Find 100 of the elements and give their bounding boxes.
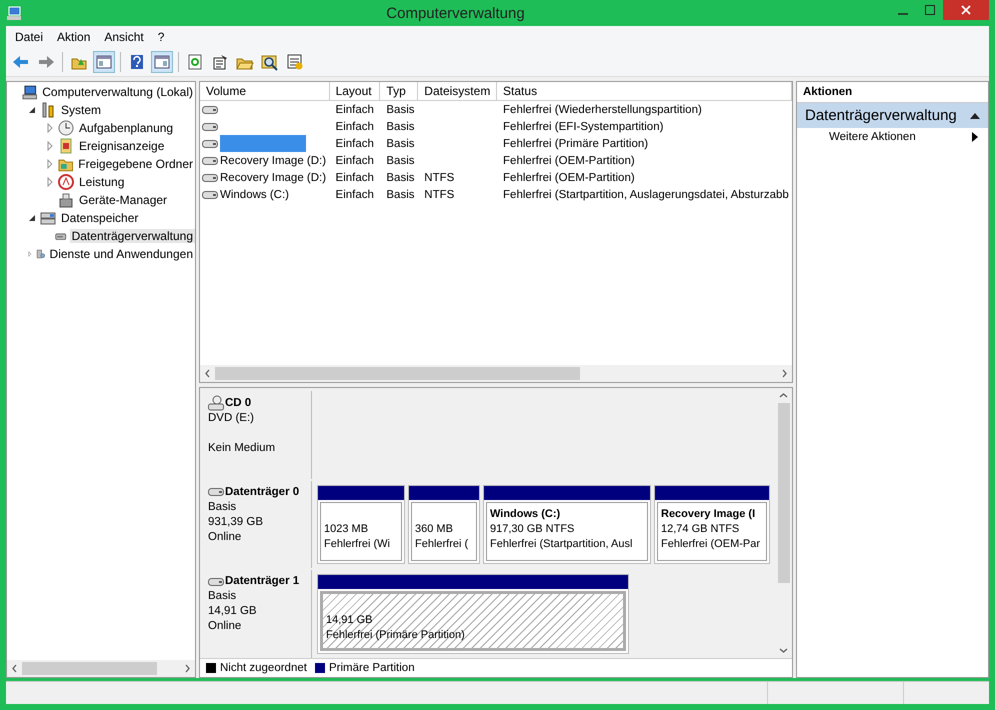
minimize-icon (898, 13, 908, 15)
drive-icon (202, 172, 218, 182)
maximize-icon (924, 5, 934, 15)
partition[interactable]: Recovery Image (I 12,74 GB NTFS Fehlerfrei (OEM-Par (654, 484, 770, 564)
storage-icon (40, 210, 56, 226)
table-cell: Fehlerfrei (Startpartition, Auslagerungsdatei, Absturzabb (503, 188, 789, 200)
tree-item[interactable]: Freigegebene Ordner (76, 157, 195, 171)
clock-icon (58, 120, 74, 136)
drive-icon (202, 138, 218, 148)
computer-icon (22, 84, 38, 100)
expand-arrow-icon[interactable] (45, 159, 55, 169)
close-icon (961, 5, 971, 15)
toolbar-button[interactable] (93, 51, 115, 73)
table-cell: Basis (386, 120, 415, 132)
search-icon (261, 53, 279, 71)
table-cell: Fehlerfrei (OEM-Partition) (503, 172, 635, 184)
refresh-icon (186, 53, 204, 71)
scrollbar[interactable] (200, 365, 792, 382)
collapse-arrow-icon[interactable] (27, 105, 37, 115)
table-cell: Basis (386, 172, 415, 184)
tree-item[interactable]: System (59, 103, 104, 117)
table-cell: Einfach (336, 172, 374, 184)
tree-item[interactable]: Computerverwaltung (Lokal) (40, 85, 195, 99)
drive-icon (202, 122, 218, 132)
table-cell: Einfach (336, 154, 374, 166)
menu-item[interactable]: Ansicht (97, 30, 151, 44)
column-header[interactable]: Typ (380, 82, 418, 100)
back-arrow-icon (12, 53, 30, 71)
forward-arrow-icon (37, 53, 55, 71)
menu-item[interactable]: Aktion (50, 30, 98, 44)
tree-item[interactable]: Dienste und Anwendungen (48, 247, 195, 261)
disk-info: Basis (208, 589, 238, 604)
expand-arrow-icon[interactable] (45, 141, 55, 151)
table-cell: Basis (386, 104, 415, 116)
partition-info: 14,91 GB (326, 613, 374, 628)
expand-arrow-icon[interactable] (27, 249, 33, 259)
table-cell: Basis (386, 188, 415, 200)
device-icon (58, 192, 74, 208)
table-cell: Fehlerfrei (OEM-Partition) (503, 154, 635, 166)
column-header[interactable]: Layout (330, 82, 380, 100)
table-cell: Einfach (336, 138, 374, 150)
disk-name: Datenträger 1 (225, 574, 300, 590)
partition-info: 12,74 GB NTFS (661, 522, 740, 537)
actions-section[interactable]: Datenträgerverwaltung (797, 103, 988, 128)
table-cell: Einfach (336, 188, 374, 200)
tree-item[interactable]: Ereignisanzeige (77, 139, 166, 153)
partition[interactable]: Windows (C:) 917,30 GB NTFS Fehlerfrei (Startpartition, Ausl (483, 484, 651, 564)
partition-info: Fehlerfrei (Primäre Partition) (326, 628, 466, 644)
gauge-icon (58, 174, 74, 190)
partition-info: 360 MB (415, 522, 454, 537)
disk-name: CD 0 (225, 396, 252, 410)
log-icon (58, 138, 74, 154)
submenu-arrow-icon (972, 132, 978, 142)
tree-item[interactable]: Datenträgerverwaltung (70, 229, 195, 243)
tree-item[interactable]: Aufgabenplanung (77, 121, 176, 135)
partition-info: 917,30 GB NTFS (490, 522, 576, 537)
window-title: Computerverwaltung (385, 4, 526, 22)
tree-item[interactable]: Datenspeicher (59, 211, 140, 225)
close-button[interactable] (943, 0, 989, 20)
pane-icon (153, 53, 171, 71)
table-cell: Fehlerfrei (EFI-Systempartition) (503, 120, 664, 132)
help-icon (128, 53, 146, 71)
column-header[interactable]: Status (497, 82, 792, 100)
partition-info: Fehlerfrei ( (415, 536, 470, 552)
scrollbar[interactable] (7, 660, 195, 677)
pane-icon (95, 53, 113, 71)
expand-arrow-icon[interactable] (45, 123, 55, 133)
disk-info: DVD (E:) (208, 411, 255, 426)
legend-label: Primäre Partition (328, 662, 415, 674)
menu-item[interactable]: Datei (8, 30, 50, 44)
drive-icon (202, 104, 218, 114)
partition[interactable]: 1023 MB Fehlerfrei (Wi (317, 484, 405, 564)
disk-info: Online (208, 530, 242, 545)
menu-item[interactable]: ? (150, 30, 172, 44)
toolbar-button[interactable] (151, 51, 173, 73)
table-cell: Einfach (336, 120, 374, 132)
table-cell: Recovery Image (D:) (220, 154, 326, 166)
collapse-arrow-icon (970, 112, 980, 118)
table-cell: NTFS (424, 188, 454, 200)
disk-info: Kein Medium (208, 441, 276, 456)
column-header[interactable]: Volume (200, 82, 330, 100)
table-cell: Basis (386, 138, 415, 150)
disk-info: Online (208, 619, 242, 634)
tree-item[interactable]: Geräte-Manager (77, 193, 170, 207)
disk-info: Basis (208, 500, 238, 515)
partition[interactable]: 14,91 GB Fehlerfrei (Primäre Partition) (317, 574, 629, 654)
partition-title: Windows (C:) (490, 506, 562, 522)
tree-item[interactable]: Leistung (77, 175, 126, 189)
partition-info: 1023 MB (324, 522, 370, 537)
expand-arrow-icon[interactable] (45, 177, 55, 187)
collapse-arrow-icon[interactable] (27, 213, 37, 223)
table-cell: Windows (C:) (220, 188, 290, 200)
table-cell: Recovery Image (D:) (220, 172, 326, 184)
app-icon (6, 5, 22, 21)
partition-info: Fehlerfrei (Startpartition, Ausl (490, 536, 634, 552)
partition-info: Fehlerfrei (Wi (324, 536, 392, 552)
partition[interactable]: 360 MB Fehlerfrei ( (408, 484, 480, 564)
partition-info: Fehlerfrei (OEM-Par (661, 536, 762, 552)
action-item[interactable]: Weitere Aktionen (797, 128, 988, 146)
column-header[interactable]: Dateisystem (418, 82, 498, 100)
